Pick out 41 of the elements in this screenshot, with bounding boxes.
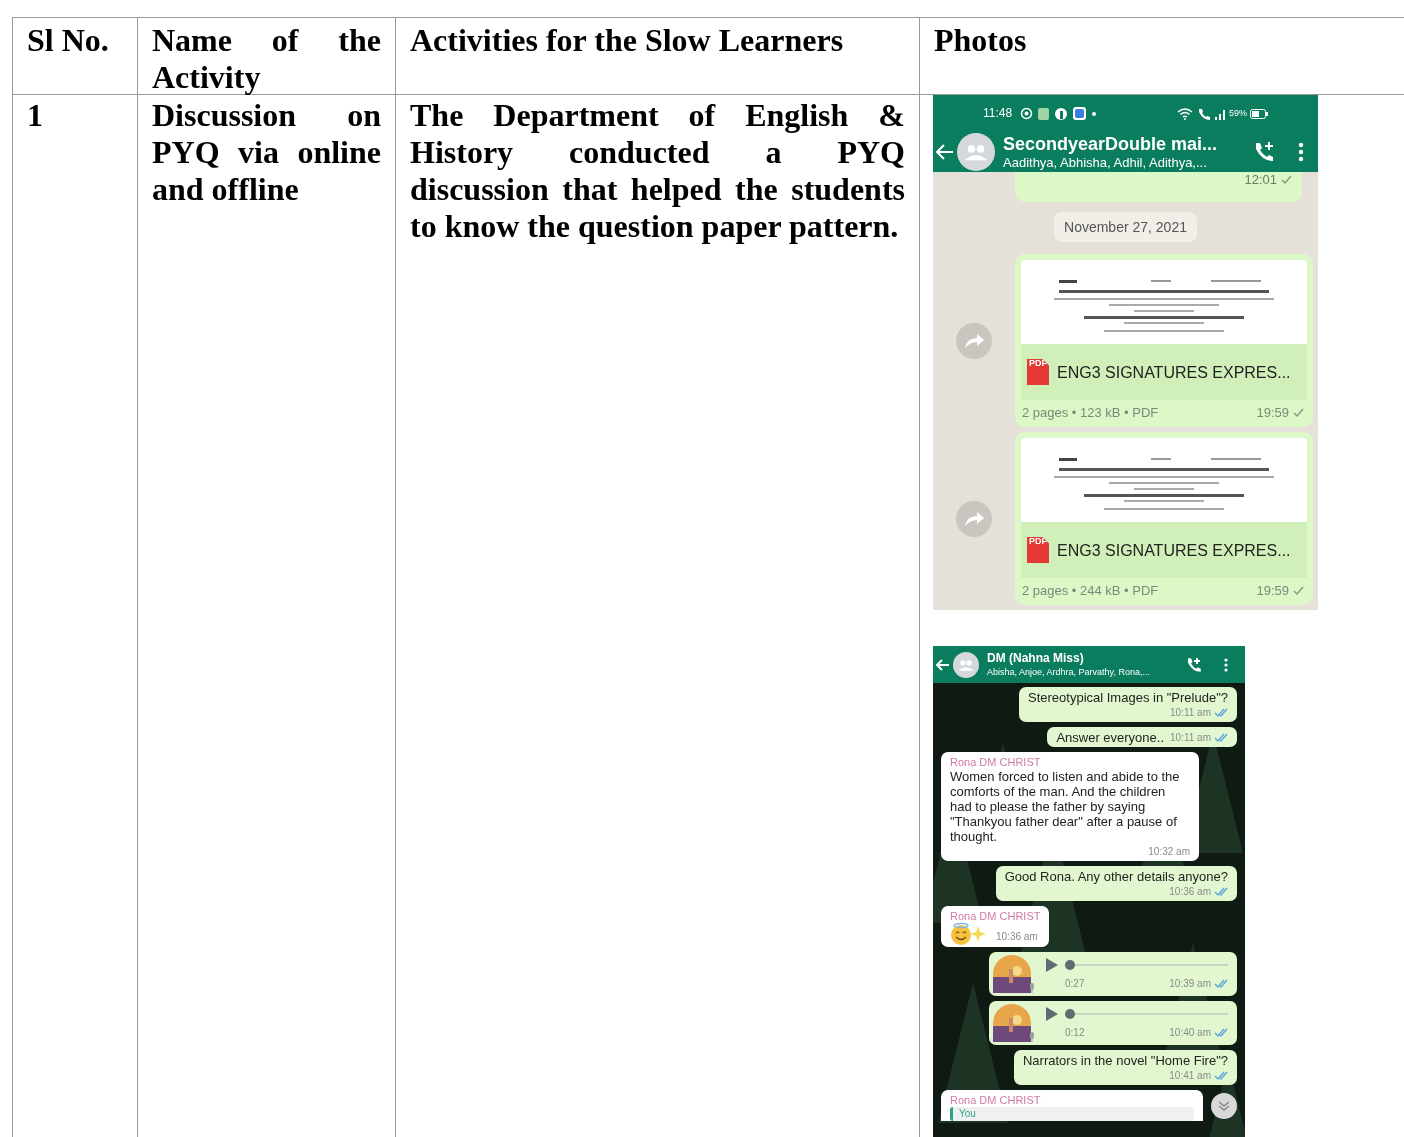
- more-options-icon[interactable]: [1298, 142, 1304, 162]
- table-cell-text: 1: [27, 97, 44, 134]
- back-arrow-icon: [935, 657, 951, 672]
- file-details: 2 pages • 244 kB • PDF: [1022, 581, 1159, 600]
- document-message[interactable]: PDF ENG3 SIGNATURES EXPRES... 2 pages • 244 kB • PDF 19:59: [1015, 432, 1313, 605]
- chat-title: SecondyearDouble mai...: [1003, 133, 1219, 155]
- pdf-file-icon: PDF: [1027, 359, 1049, 385]
- chat-title: DM (Nahna Miss): [987, 651, 1085, 666]
- message-time: 12:01: [1244, 171, 1277, 189]
- target-icon: [1020, 107, 1034, 120]
- table-cell: Discussion on PYQ via online and offline: [152, 97, 381, 208]
- file-name: ENG3 SIGNATURES EXPRES...: [1057, 362, 1291, 383]
- battery-percentage: 59%: [1229, 107, 1247, 120]
- group-avatar-icon: [957, 133, 995, 171]
- column-header: Sl No.: [27, 22, 110, 59]
- table-cell: The Department of English & History conducted a PYQ discussion that helped the students to know the question paper pattern.: [410, 97, 905, 245]
- group-avatar-icon: [953, 651, 979, 678]
- app-icon: [1038, 107, 1050, 120]
- back-arrow-icon: [935, 143, 955, 161]
- signal-icon: [1215, 107, 1227, 120]
- column-header: Activities for the Slow Learners: [410, 22, 845, 59]
- status-time: 11:48: [983, 105, 1013, 122]
- file-details: 2 pages • 123 kB • PDF: [1022, 403, 1159, 422]
- message-time: 19:59: [1256, 403, 1289, 422]
- pdf-file-icon: PDF: [1027, 537, 1049, 563]
- round-app-icon: [1055, 107, 1068, 120]
- more-options-icon[interactable]: [1223, 657, 1229, 672]
- wifi-icon: [1177, 107, 1193, 120]
- app-icon: [1073, 107, 1087, 120]
- column-header: Name of the Activity: [152, 22, 381, 96]
- dot-icon: [1092, 111, 1097, 116]
- battery-icon: [1250, 108, 1268, 119]
- call-icon: [1198, 107, 1211, 120]
- message-time: 19:59: [1256, 581, 1289, 600]
- date-chip: November 27, 2021: [1054, 212, 1197, 242]
- document-message[interactable]: PDF ENG3 SIGNATURES EXPRES... 2 pages • 123 kB • PDF 19:59: [1015, 254, 1313, 427]
- column-header: Photos: [934, 22, 1028, 59]
- chat-subtitle: Aadithya, Abhisha, Adhil, Adithya,...: [1003, 155, 1208, 171]
- chat-subtitle: Abisha, Anjoe, Ardhra, Parvathy, Rona,...: [987, 666, 1151, 678]
- file-name: ENG3 SIGNATURES EXPRES...: [1057, 540, 1291, 561]
- add-call-icon[interactable]: [1185, 655, 1203, 674]
